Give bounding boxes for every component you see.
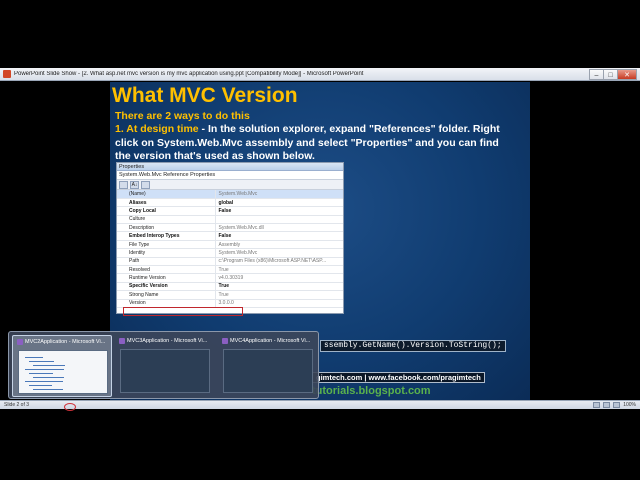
property-value: True bbox=[215, 282, 343, 292]
contact-line: gimtech.com | www.facebook.com/pragimtec… bbox=[312, 372, 485, 383]
thumbnail-title: MVC4Application - Microsoft Vi... bbox=[230, 338, 311, 344]
property-row[interactable]: Path c:\Program Files (x86)\Microsoft ASP… bbox=[117, 257, 343, 267]
property-value: System.Web.Mvc.dll bbox=[215, 223, 343, 233]
point-label: 1. At design time bbox=[115, 123, 199, 135]
window-title: PowerPoint Slide Show - [2. What asp.net… bbox=[14, 71, 364, 77]
property-row[interactable]: Culture bbox=[117, 215, 343, 225]
taskbar-thumbnail[interactable]: MVC3Application - Microsoft Vi... bbox=[115, 335, 215, 397]
close-button[interactable]: ✕ bbox=[617, 68, 637, 80]
property-pages-icon bbox=[141, 180, 150, 189]
property-name: Version bbox=[117, 299, 216, 308]
thumbnail-preview bbox=[120, 349, 210, 393]
property-name: Aliases bbox=[117, 198, 216, 208]
property-value: False bbox=[215, 206, 343, 216]
taskbar-thumbnail[interactable]: MVC2Application - Microsoft Vi... bbox=[12, 335, 112, 397]
alphabetical-sort-icon: A↓ bbox=[130, 180, 139, 189]
code-snippet: ssembly.GetName().Version.ToString(); bbox=[320, 340, 506, 352]
property-row[interactable]: (Name) System.Web.Mvc bbox=[117, 190, 343, 199]
thumbnail-label: MVC3Application - Microsoft Vi... bbox=[119, 338, 211, 344]
properties-grid: (Name) System.Web.Mvc Aliases global Copy Lo… bbox=[117, 190, 343, 308]
property-row[interactable]: Specific Version True bbox=[117, 282, 343, 292]
property-row[interactable]: Version 3.0.0.0 bbox=[117, 299, 343, 308]
property-name: Specific Version bbox=[117, 282, 216, 292]
properties-object: System.Web.Mvc Reference Properties bbox=[117, 171, 343, 180]
maximize-button[interactable]: □ bbox=[603, 68, 618, 80]
status-bar-controls: 100% bbox=[593, 402, 636, 408]
preview-code-line bbox=[25, 369, 64, 370]
preview-code-line bbox=[33, 365, 65, 366]
property-row[interactable]: Embed Interop Types False bbox=[117, 231, 343, 241]
version-highlight-box bbox=[123, 307, 243, 316]
property-row[interactable]: Resolved True bbox=[117, 265, 343, 275]
property-row[interactable]: Copy Local False bbox=[117, 206, 343, 216]
property-name: Description bbox=[117, 223, 216, 233]
thumbnail-title: MVC3Application - Microsoft Vi... bbox=[127, 338, 208, 344]
status-bar: Slide 2 of 3 100% bbox=[0, 400, 640, 409]
property-value: global bbox=[215, 198, 343, 208]
preview-code-line bbox=[29, 361, 54, 362]
property-name: Identity bbox=[117, 248, 216, 258]
property-name: Runtime Version bbox=[117, 273, 216, 283]
zoom-level: 100% bbox=[623, 402, 636, 408]
property-row[interactable]: File Type Assembly bbox=[117, 240, 343, 250]
preview-code-line bbox=[25, 381, 63, 382]
preview-code-line bbox=[33, 377, 64, 378]
slide-subhead: There are 2 ways to do this bbox=[115, 110, 250, 122]
property-value: True bbox=[215, 265, 343, 275]
preview-code-line bbox=[25, 357, 43, 358]
screen: PowerPoint Slide Show - [2. What asp.net… bbox=[0, 0, 640, 480]
property-name: Culture bbox=[117, 215, 216, 225]
slide-sorter-icon[interactable] bbox=[603, 402, 611, 408]
property-name: (Name) bbox=[117, 190, 216, 199]
property-row[interactable]: Identity System.Web.Mvc bbox=[117, 248, 343, 258]
categorized-icon bbox=[119, 180, 128, 189]
slide-paragraph: 1. At design time - In the solution expl… bbox=[115, 123, 515, 164]
property-name: File Type bbox=[117, 240, 216, 250]
thumbnail-preview bbox=[223, 349, 313, 393]
properties-header: Properties bbox=[117, 163, 343, 171]
blog-link: tutorials.blogspot.com bbox=[312, 385, 431, 397]
property-name: Copy Local bbox=[117, 206, 216, 216]
slide-counter: Slide 2 of 3 bbox=[4, 402, 30, 408]
preview-code-line bbox=[29, 385, 52, 386]
cursor-highlight bbox=[64, 403, 76, 411]
property-name: Path bbox=[117, 257, 216, 267]
thumbnail-label: MVC2Application - Microsoft Vi... bbox=[17, 339, 109, 345]
slide-title: What MVC Version bbox=[112, 84, 298, 107]
property-name: Embed Interop Types bbox=[117, 231, 216, 241]
visual-studio-icon bbox=[119, 338, 125, 344]
minimize-button[interactable]: – bbox=[589, 68, 604, 80]
thumbnail-preview bbox=[18, 350, 108, 394]
property-value: 3.0.0.0 bbox=[215, 299, 343, 308]
property-value: Assembly bbox=[215, 240, 343, 250]
property-value bbox=[215, 215, 343, 225]
property-value: c:\Program Files (x86)\Microsoft ASP.NET… bbox=[215, 257, 343, 267]
thumbnail-title: MVC2Application - Microsoft Vi... bbox=[25, 339, 106, 345]
normal-view-icon[interactable] bbox=[593, 402, 601, 408]
property-name: Resolved bbox=[117, 265, 216, 275]
taskbar-thumbnail-popup: MVC2Application - Microsoft Vi... MVC3App… bbox=[8, 331, 319, 399]
thumbnail-label: MVC4Application - Microsoft Vi... bbox=[222, 338, 314, 344]
property-row[interactable]: Runtime Version v4.0.30319 bbox=[117, 273, 343, 283]
property-name: Strong Name bbox=[117, 290, 216, 300]
properties-panel: Properties System.Web.Mvc Reference Prop… bbox=[116, 162, 344, 316]
property-row[interactable]: Description System.Web.Mvc.dll bbox=[117, 223, 343, 233]
window-title-bar: PowerPoint Slide Show - [2. What asp.net… bbox=[0, 68, 640, 81]
property-value: System.Web.Mvc bbox=[215, 190, 343, 199]
taskbar-thumbnail[interactable]: MVC4Application - Microsoft Vi... bbox=[218, 335, 318, 397]
reading-view-icon[interactable] bbox=[613, 402, 621, 408]
property-row[interactable]: Aliases global bbox=[117, 198, 343, 208]
properties-toolbar: A↓ bbox=[117, 180, 343, 190]
visual-studio-icon bbox=[222, 338, 228, 344]
powerpoint-icon bbox=[3, 70, 11, 78]
property-value: True bbox=[215, 290, 343, 300]
property-row[interactable]: Strong Name True bbox=[117, 290, 343, 300]
property-value: System.Web.Mvc bbox=[215, 248, 343, 258]
property-value: False bbox=[215, 231, 343, 241]
window-controls: – □ ✕ bbox=[589, 68, 637, 80]
property-value: v4.0.30319 bbox=[215, 273, 343, 283]
visual-studio-icon bbox=[17, 339, 23, 345]
preview-code-line bbox=[33, 389, 63, 390]
preview-code-line bbox=[29, 373, 53, 374]
